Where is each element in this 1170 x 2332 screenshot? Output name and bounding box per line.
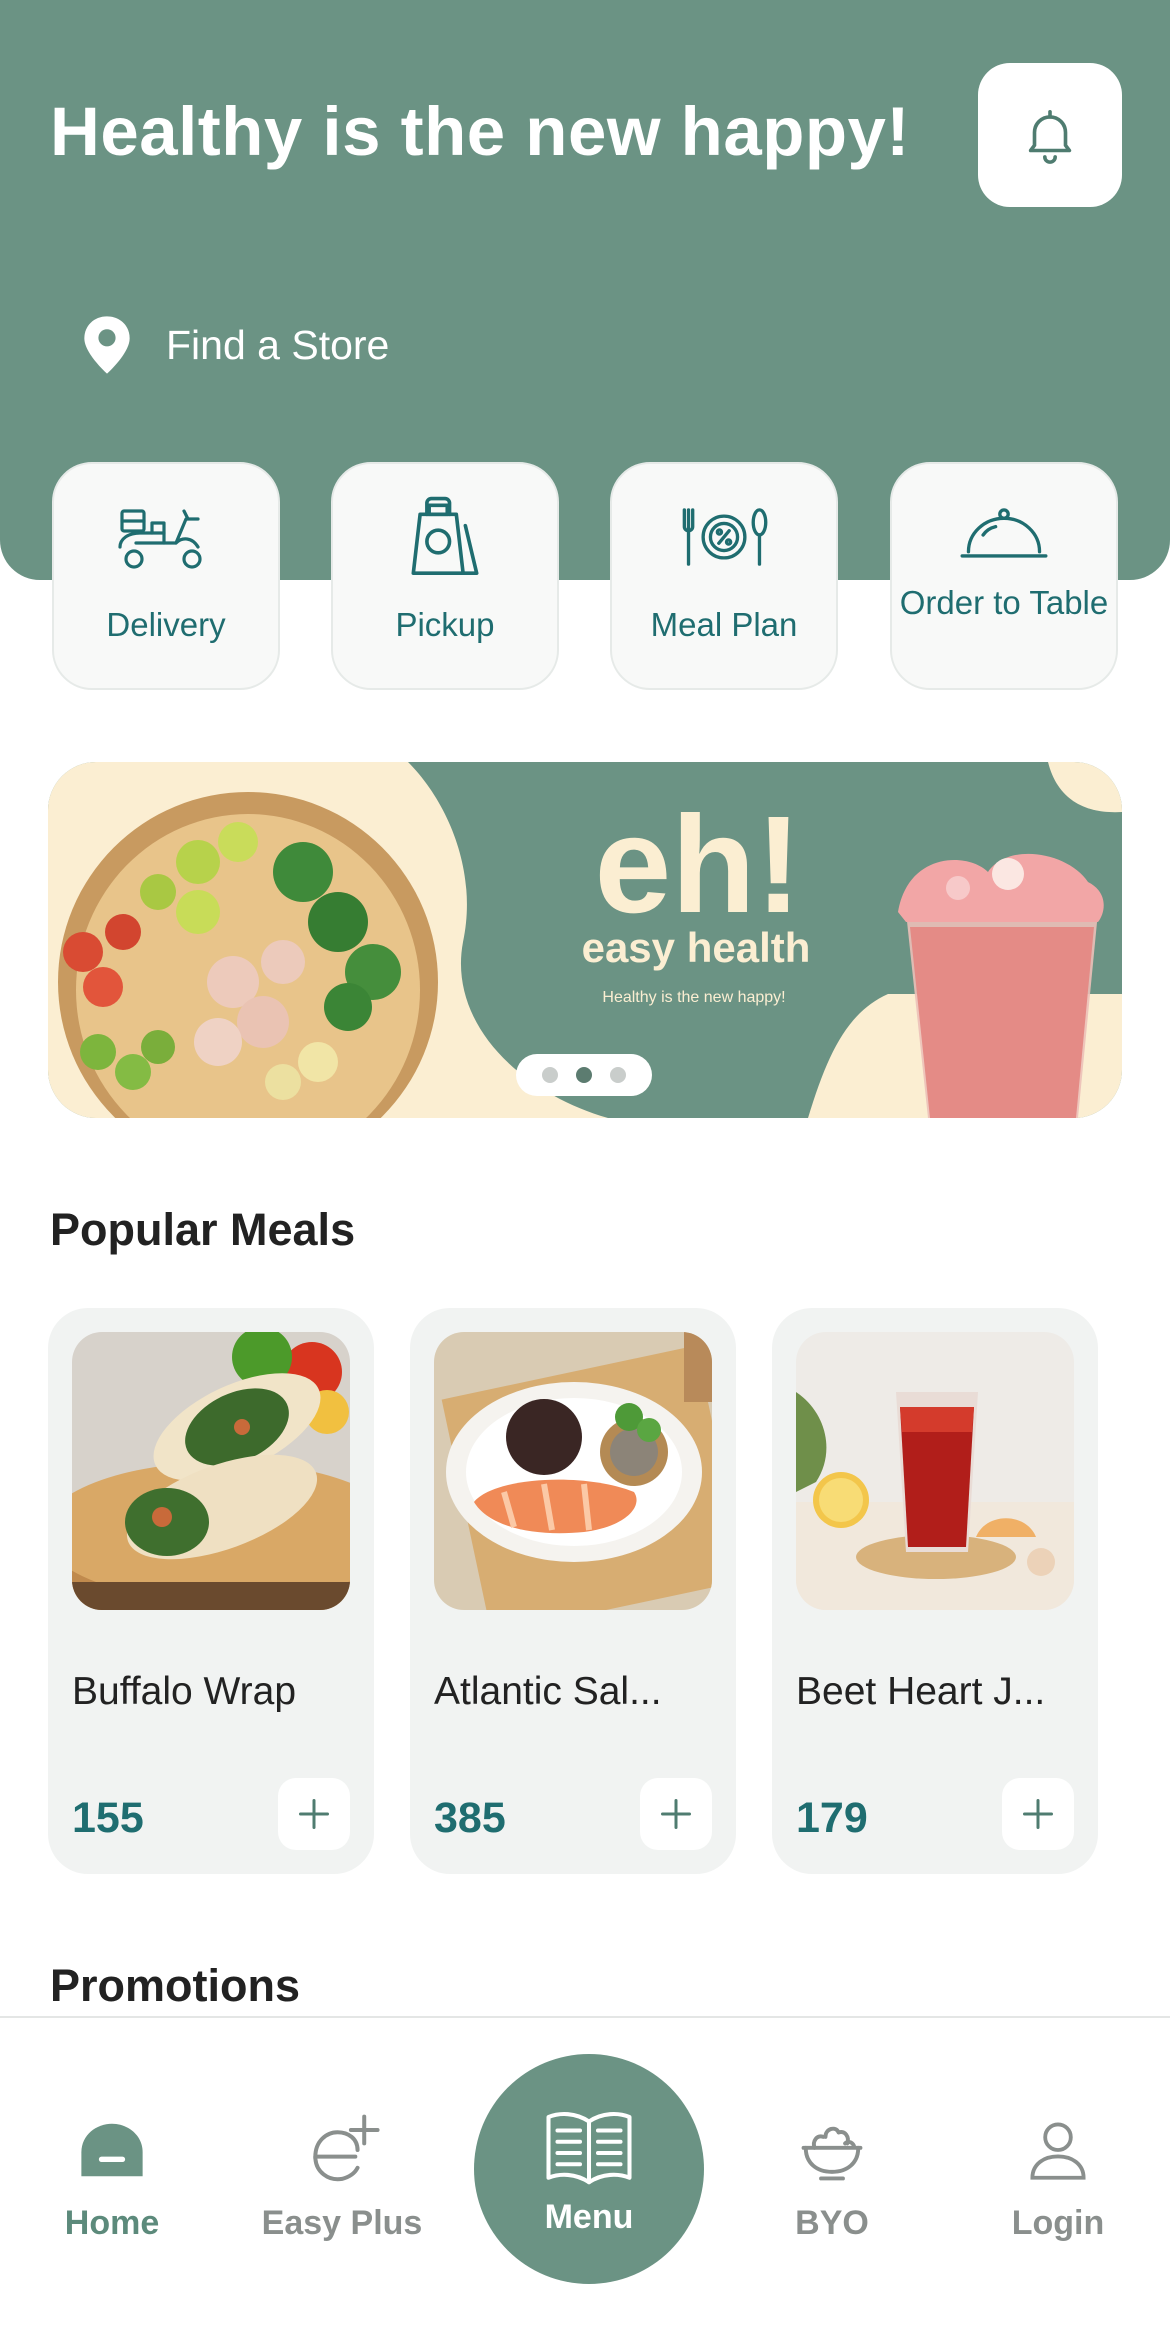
plate-cutlery-icon [682,508,768,566]
order-to-table-button[interactable]: Order to Table [890,462,1118,690]
menu-button-label: Menu [544,2197,634,2236]
pickup-label: Pickup [395,606,495,643]
nav-login-label: Login [1011,2204,1105,2242]
meal-price: 179 [796,1794,868,1842]
carousel-dot[interactable] [610,1067,626,1083]
meal-image [434,1332,712,1610]
add-to-cart-button[interactable] [278,1778,350,1850]
meal-name: Beet Heart J... [796,1670,1046,1713]
menu-button[interactable]: Menu [474,2054,704,2284]
meal-card[interactable]: Atlantic Sal... 385 [410,1308,736,1874]
salad-bowl-icon [801,2126,863,2181]
plus-icon [1023,1799,1053,1829]
carousel-indicator [516,1054,652,1096]
meal-plan-button[interactable]: Meal Plan [610,462,838,690]
easy-plus-icon [313,2114,380,2182]
pickup-button[interactable]: Pickup [331,462,559,690]
meal-card[interactable]: Buffalo Wrap 155 [48,1308,374,1874]
plus-icon [661,1799,691,1829]
carousel-dot-active[interactable] [576,1067,592,1083]
banner-tagline: Healthy is the new happy! [602,989,785,1006]
add-to-cart-button[interactable] [1002,1778,1074,1850]
delivery-label: Delivery [106,606,226,643]
location-pin-icon [84,316,130,374]
carousel-dot[interactable] [542,1067,558,1083]
nav-home-label: Home [64,2204,160,2242]
meal-image [72,1332,350,1610]
nav-home[interactable]: Home [12,2110,212,2243]
notifications-button[interactable] [978,63,1122,207]
meal-price: 385 [434,1794,506,1842]
popular-meals-heading: Popular Meals [50,1204,356,1255]
page-title: Healthy is the new happy! [50,93,910,170]
scooter-icon [118,509,202,569]
home-icon [81,2123,143,2177]
service-options: Delivery Pickup Meal Plan Order to Table [52,462,1118,690]
nav-byo-label: BYO [795,2204,869,2242]
nav-easy-plus-label: Easy Plus [261,2204,423,2242]
meal-name: Atlantic Sal... [434,1670,662,1713]
banner-brand-sub: easy health [582,924,811,971]
banner-brand: eh! [595,788,802,942]
find-store-label: Find a Store [166,321,390,368]
promo-banner-carousel[interactable]: eh! easy health Healthy is the new happy… [48,762,1122,1118]
plus-icon [299,1799,329,1829]
nav-easy-plus[interactable]: Easy Plus [242,2110,442,2243]
meal-card[interactable]: Beet Heart J... 179 [772,1308,1098,1874]
meal-price: 155 [72,1794,144,1842]
meal-name: Buffalo Wrap [72,1670,297,1713]
add-to-cart-button[interactable] [640,1778,712,1850]
meal-plan-label: Meal Plan [650,606,798,643]
nav-login[interactable]: Login [958,2110,1158,2243]
order-to-table-label: Order to Table [899,584,1109,621]
cloche-icon [960,508,1048,558]
find-store-link[interactable]: Find a Store [78,310,389,380]
bell-icon [1028,109,1072,164]
promotions-heading: Promotions [50,1960,301,2011]
bag-icon [411,496,479,576]
menu-book-icon [546,2111,632,2184]
meal-image [796,1332,1074,1610]
delivery-button[interactable]: Delivery [52,462,280,690]
user-icon [1030,2122,1086,2180]
nav-byo[interactable]: BYO [732,2110,932,2243]
